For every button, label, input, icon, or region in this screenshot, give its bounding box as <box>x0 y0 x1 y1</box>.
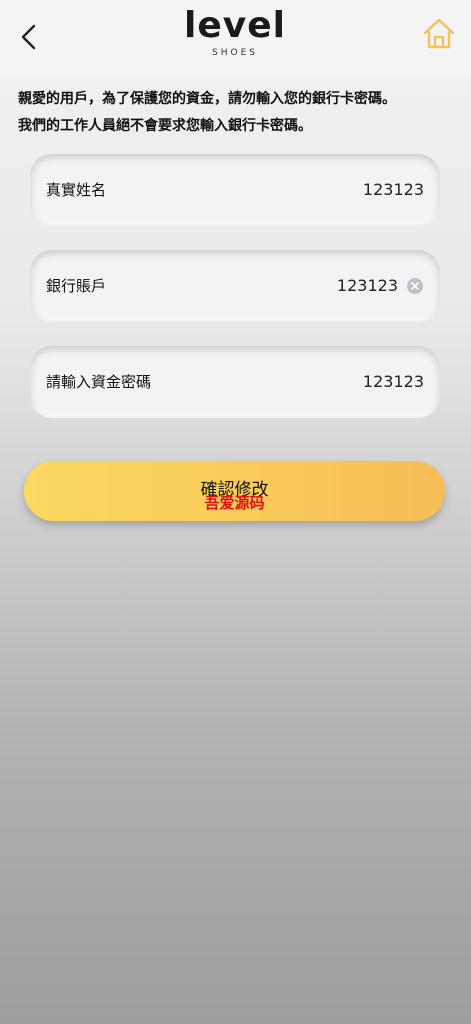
top-bar: level SHOES <box>0 0 471 76</box>
home-icon <box>423 18 455 49</box>
real-name-input[interactable]: 123123 <box>363 154 424 226</box>
fund-password-label: 請輸入資金密碼 <box>46 373 152 391</box>
fund-password-input[interactable]: 123123 <box>363 346 424 418</box>
chevron-left-icon <box>21 24 36 50</box>
bank-account-label: 銀行賬戶 <box>46 277 107 295</box>
confirm-modify-button[interactable]: 確認修改 吾爱源码 <box>24 461 445 521</box>
notice-line-1: 親愛的用戶，為了保護您的資金，請勿輸入您的銀行卡密碼。 <box>18 91 396 107</box>
clear-circle-icon[interactable] <box>407 278 423 294</box>
brand-logo: level SHOES <box>175 6 295 64</box>
logo-text: level <box>184 5 286 46</box>
notice-line-2: 我們的工作人員絕不會要求您輸入銀行卡密碼。 <box>18 118 312 134</box>
home-button[interactable] <box>420 15 458 53</box>
real-name-field[interactable]: 真實姓名 123123 <box>30 154 440 226</box>
back-button[interactable] <box>14 20 46 54</box>
logo-subtext: SHOES <box>212 48 258 58</box>
real-name-label: 真實姓名 <box>46 181 107 199</box>
security-notice: 親愛的用戶，為了保護您的資金，請勿輸入您的銀行卡密碼。 我們的工作人員絕不會要求… <box>18 86 458 140</box>
bank-account-input[interactable]: 123123 <box>337 250 398 322</box>
watermark-text: 吾爱源码 <box>204 494 265 512</box>
bank-account-field[interactable]: 銀行賬戶 123123 <box>30 250 440 322</box>
fund-password-field[interactable]: 請輸入資金密碼 123123 <box>30 346 440 418</box>
clear-x-glyph <box>411 282 419 290</box>
